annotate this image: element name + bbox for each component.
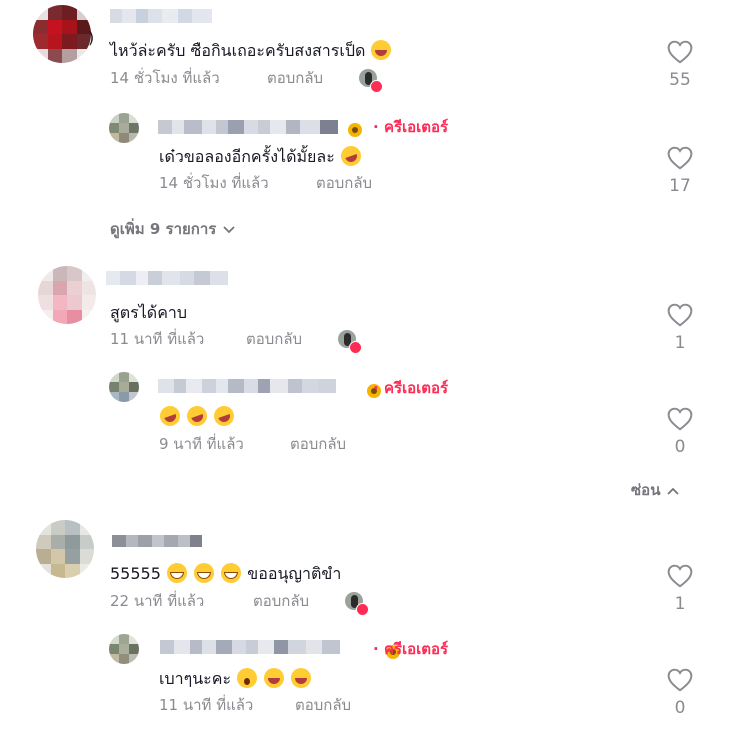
like-count: 1: [674, 333, 686, 353]
heart-icon[interactable]: [667, 146, 693, 170]
reply-time: 11 นาที ที่แล้ว: [159, 696, 254, 714]
creator-label: ครีเอเตอร์: [383, 640, 449, 658]
comment-text: 55555 ขออนุญาติขำ: [110, 563, 341, 584]
creator-liked-icon: [338, 330, 362, 354]
rolling-laughing-emoji-icon: [338, 143, 364, 169]
like-button[interactable]: 17: [660, 146, 700, 196]
heart-icon[interactable]: [667, 668, 693, 692]
view-more-label: ดูเพิ่ม 9 รายการ: [110, 220, 217, 238]
reply-text-content: เบาๆนะคะ: [159, 669, 232, 688]
creator-badge: · ครีเอเตอร์: [373, 378, 448, 398]
rolling-laughing-emoji-icon: [157, 403, 183, 429]
laughing-emoji-icon: [371, 40, 392, 60]
comment-time: 11 นาที ที่แล้ว: [110, 330, 205, 348]
view-more-replies[interactable]: ดูเพิ่ม 9 รายการ: [110, 219, 236, 239]
comment-time: 22 นาที ที่แล้ว: [110, 592, 205, 610]
reply-button[interactable]: ตอบกลับ: [246, 329, 302, 349]
badge-dot: ·: [373, 640, 379, 658]
grinning-emoji-icon: [221, 563, 242, 583]
reply-time: 9 นาที ที่แล้ว: [159, 435, 244, 453]
avatar[interactable]: [109, 634, 139, 664]
grinning-emoji-icon: [167, 563, 187, 583]
reply-button[interactable]: ตอบกลับ: [316, 173, 372, 193]
username-blurred[interactable]: [158, 379, 336, 393]
comment-text: ไหว้ล่ะครับ ซือกินเถอะครับสงสารเป็ด: [110, 40, 392, 61]
hide-replies-button[interactable]: ซ่อน: [631, 480, 680, 500]
reply-text: เบาๆนะคะ: [159, 668, 312, 689]
badge-dot: ·: [373, 118, 379, 136]
chevron-down-icon: [222, 225, 235, 233]
avatar[interactable]: [36, 520, 94, 578]
sunflower-icon: [348, 123, 362, 137]
laughing-emoji-icon: [264, 668, 285, 688]
creator-badge: · ครีเอเตอร์: [373, 117, 448, 137]
like-button[interactable]: 0: [660, 668, 700, 718]
hide-label: ซ่อน: [631, 481, 661, 499]
like-button[interactable]: 1: [660, 564, 700, 614]
reply-button[interactable]: ตอบกลับ: [295, 695, 351, 715]
creator-liked-icon: [345, 592, 369, 616]
like-count: 17: [669, 176, 691, 196]
reply-text: [157, 403, 238, 429]
like-button[interactable]: 0: [660, 407, 700, 457]
avatar[interactable]: [109, 113, 139, 143]
like-count: 55: [669, 70, 691, 90]
laughing-emoji-icon: [291, 668, 312, 688]
heart-icon[interactable]: [667, 407, 693, 431]
comment-time: 14 ชั่วโมง ที่แล้ว: [110, 69, 220, 87]
comment-text-suffix: ขออนุญาติขำ: [247, 564, 342, 583]
creator-label: ครีเอเตอร์: [383, 379, 449, 397]
chevron-up-icon: [667, 487, 679, 495]
reply-text: เด๋วขอลองอีกครั้งได้มั้ยละ: [159, 143, 364, 169]
like-button[interactable]: 1: [660, 303, 700, 353]
badge-dot: ·: [373, 379, 379, 397]
comment-text-content: สูตรได้คาบ: [110, 303, 188, 322]
avatar[interactable]: [109, 372, 139, 402]
reply-button[interactable]: ตอบกลับ: [267, 68, 323, 88]
username-blurred[interactable]: [106, 271, 228, 285]
reply-time: 14 ชั่วโมง ที่แล้ว: [159, 174, 269, 192]
comment-text-content: 55555: [110, 564, 161, 583]
username-blurred[interactable]: [160, 640, 340, 654]
like-count: 1: [674, 594, 686, 614]
heart-icon[interactable]: [667, 303, 693, 327]
creator-badge: · ครีเอเตอร์: [373, 639, 448, 659]
username-blurred[interactable]: [112, 535, 202, 547]
rolling-laughing-emoji-icon: [211, 403, 238, 429]
paren-glyph: ): [88, 28, 95, 47]
avatar[interactable]: [33, 5, 91, 63]
comment-text-content: ไหว้ล่ะครับ ซือกินเถอะครับสงสารเป็ด: [110, 41, 366, 60]
heart-icon[interactable]: [667, 40, 693, 64]
username-blurred[interactable]: [158, 120, 338, 134]
reply-button[interactable]: ตอบกลับ: [290, 434, 346, 454]
comment-text: สูตรได้คาบ: [110, 303, 187, 323]
rolling-laughing-emoji-icon: [184, 403, 210, 429]
creator-label: ครีเอเตอร์: [383, 118, 449, 136]
grinning-emoji-icon: [194, 563, 215, 583]
avatar[interactable]: [38, 266, 96, 324]
like-count: 0: [674, 437, 686, 457]
shocked-emoji-icon: [237, 668, 258, 688]
like-button[interactable]: 55: [660, 40, 700, 90]
heart-icon[interactable]: [667, 564, 693, 588]
reply-button[interactable]: ตอบกลับ: [253, 591, 309, 611]
username-blurred[interactable]: [110, 9, 212, 23]
creator-liked-icon: [359, 69, 383, 93]
like-count: 0: [674, 698, 686, 718]
reply-text-content: เด๋วขอลองอีกครั้งได้มั้ยละ: [159, 147, 335, 166]
